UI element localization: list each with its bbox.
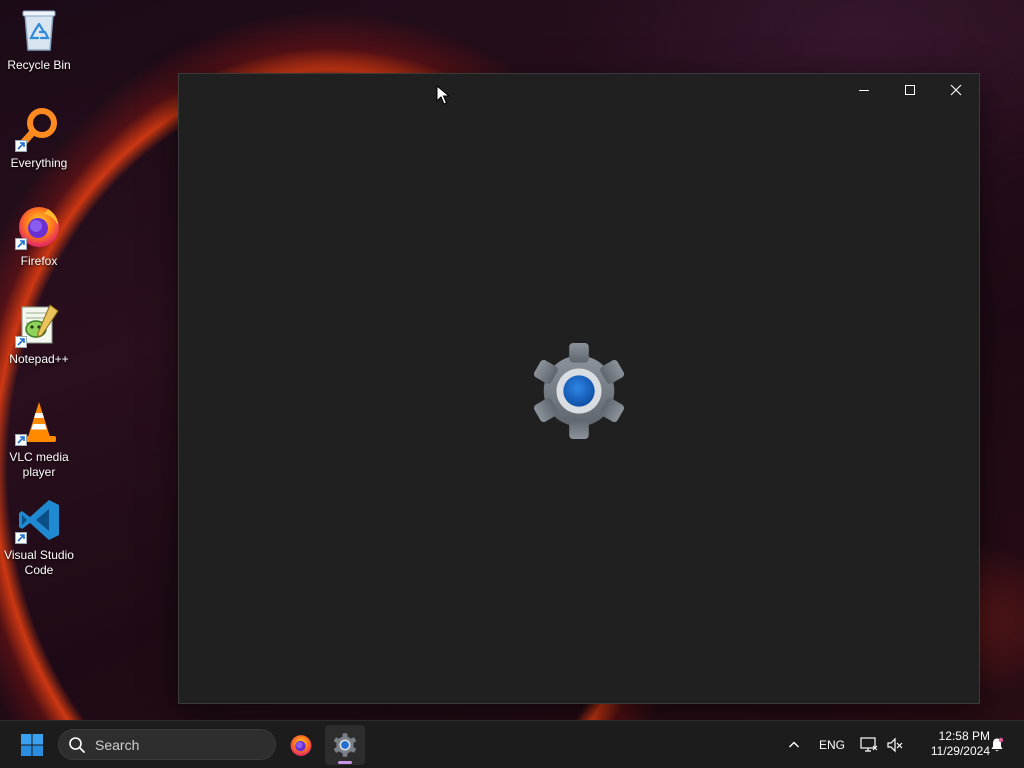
shortcut-arrow-icon — [15, 140, 27, 152]
vlc-icon — [15, 398, 63, 446]
search-icon — [69, 736, 85, 753]
volume-button[interactable] — [883, 721, 907, 768]
start-button[interactable] — [16, 730, 48, 760]
settings-gear-icon — [533, 342, 625, 440]
shortcut-arrow-icon — [15, 238, 27, 250]
minimize-icon — [859, 90, 869, 91]
chevron-up-icon — [789, 741, 799, 748]
search-placeholder: Search — [95, 736, 140, 753]
desktop-icon-label: Firefox — [20, 254, 58, 268]
language-indicator[interactable]: ENG — [814, 721, 850, 768]
desktop-icon-label: Visual Studio Code — [4, 548, 74, 577]
everything-search-icon — [15, 104, 63, 152]
notification-button[interactable] — [986, 721, 1008, 768]
desktop-icon-label: Recycle Bin — [7, 58, 71, 72]
settings-gear-icon — [333, 733, 357, 757]
taskbar-app-firefox[interactable] — [281, 725, 321, 765]
network-icon — [860, 737, 878, 752]
maximize-icon — [905, 85, 915, 95]
active-app-indicator — [338, 761, 352, 764]
clock-date: 11/29/2024 — [930, 744, 990, 758]
volume-muted-icon — [887, 737, 903, 753]
desktop-icon-everything[interactable]: Everything — [2, 104, 76, 171]
firefox-icon — [15, 202, 63, 250]
maximize-button[interactable] — [887, 74, 933, 106]
shortcut-arrow-icon — [15, 532, 27, 544]
taskbar-search-box[interactable]: Search — [58, 729, 276, 760]
clock-time: 12:58 PM — [938, 729, 990, 743]
window-controls — [841, 74, 979, 106]
desktop-icon-vscode[interactable]: Visual Studio Code — [2, 496, 76, 578]
close-icon — [950, 84, 962, 96]
desktop-icon-recycle-bin[interactable]: Recycle Bin — [2, 6, 76, 73]
minimize-button[interactable] — [841, 74, 887, 106]
close-button[interactable] — [933, 74, 979, 106]
desktop-icon-label: Notepad++ — [9, 352, 69, 366]
recycle-bin-icon — [15, 6, 63, 54]
desktop-icon-label: Everything — [10, 156, 68, 170]
settings-window[interactable] — [178, 73, 980, 704]
shortcut-arrow-icon — [15, 336, 27, 348]
tray-overflow-button[interactable] — [780, 721, 808, 768]
desktop-icon-notepadpp[interactable]: Notepad++ — [2, 300, 76, 367]
desktop-icon-vlc[interactable]: VLC media player — [2, 398, 76, 480]
shortcut-arrow-icon — [15, 434, 27, 446]
vscode-icon — [15, 496, 63, 544]
desktop-icon-firefox[interactable]: Firefox — [2, 202, 76, 269]
taskbar-clock[interactable]: 12:58 PM 11/29/2024 — [910, 729, 990, 759]
taskbar: Search ENG 12:58 PM 11/29/2024 — [0, 720, 1024, 768]
firefox-icon — [290, 735, 312, 756]
notepadpp-icon — [15, 300, 63, 348]
network-button[interactable] — [857, 721, 881, 768]
mouse-cursor-icon — [436, 85, 450, 105]
bell-icon — [991, 737, 1004, 752]
taskbar-app-settings[interactable] — [325, 725, 365, 765]
desktop-icon-label: VLC media player — [9, 450, 69, 479]
windows-start-icon — [21, 734, 43, 756]
